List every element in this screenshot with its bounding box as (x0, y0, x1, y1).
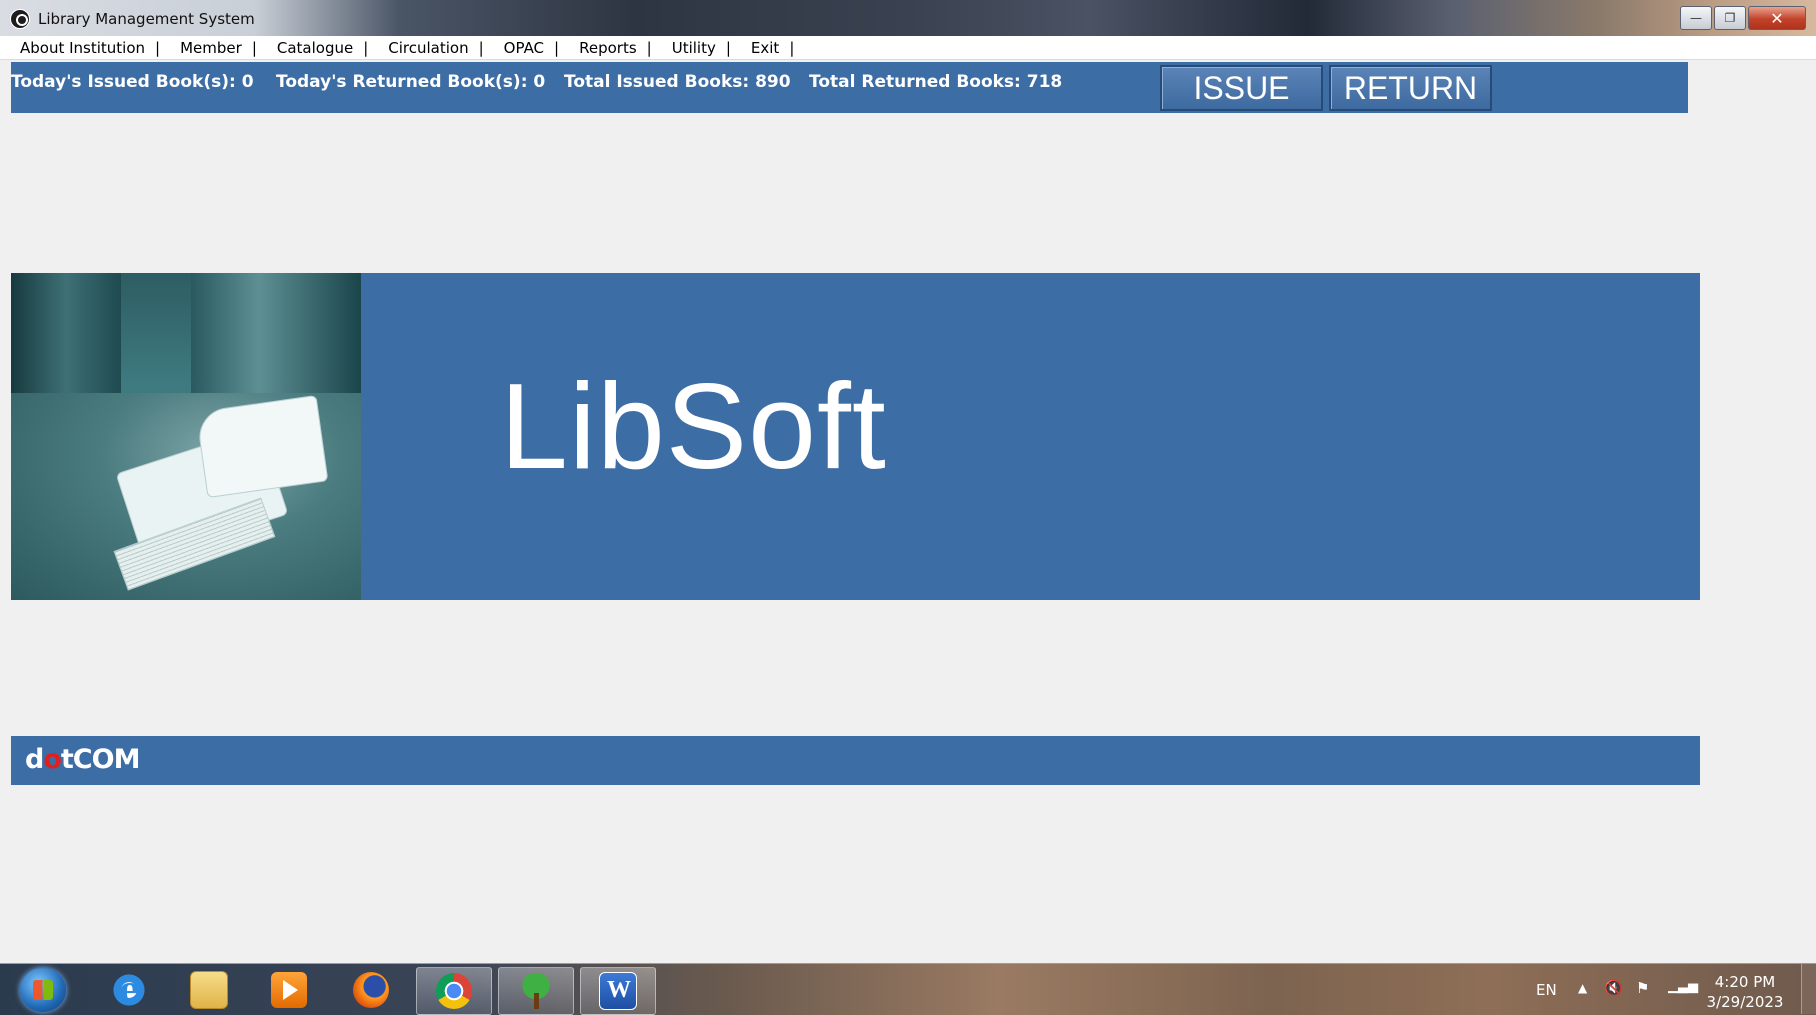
menu-separator: | (554, 38, 560, 57)
clock-time: 4:20 PM (1714, 973, 1776, 991)
menu-about-institution[interactable]: About Institution (20, 39, 145, 57)
title-bar[interactable]: Library Management System — ❐ ✕ (0, 0, 1816, 37)
clock-date: 3/29/2023 (1706, 993, 1784, 1011)
start-button[interactable] (20, 968, 66, 1012)
media-player-icon[interactable] (252, 967, 326, 1013)
app-icon[interactable] (10, 9, 30, 29)
return-button[interactable]: RETURN (1329, 65, 1492, 111)
language-indicator[interactable]: EN (1536, 981, 1557, 999)
menu-separator: | (725, 38, 731, 57)
window-title: Library Management System (38, 10, 255, 28)
menu-member[interactable]: Member (180, 39, 242, 57)
menu-catalogue[interactable]: Catalogue (277, 39, 353, 57)
issue-button[interactable]: ISSUE (1160, 65, 1323, 111)
stats-bar: Today's Issued Book(s): 0 Today's Return… (11, 62, 1688, 113)
network-signal-icon[interactable]: ▁▃▅ (1668, 979, 1698, 994)
menu-separator: | (478, 38, 484, 57)
libsoft-tree-icon[interactable] (498, 967, 574, 1015)
action-center-flag-icon[interactable]: ⚑ (1636, 979, 1649, 997)
internet-explorer-icon[interactable]: e (92, 967, 166, 1013)
close-button[interactable]: ✕ (1748, 6, 1806, 30)
todays-returned-count: Today's Returned Book(s): 0 (276, 72, 546, 92)
word-icon[interactable]: W (580, 967, 656, 1015)
show-desktop-button[interactable] (1801, 964, 1816, 1014)
app-window: Library Management System — ❐ ✕ About In… (0, 0, 1816, 963)
total-returned-count: Total Returned Books: 718 (809, 72, 1063, 92)
firefox-icon[interactable] (334, 967, 408, 1013)
menu-opac[interactable]: OPAC (504, 39, 544, 57)
menu-exit[interactable]: Exit (751, 39, 779, 57)
menu-separator: | (789, 38, 795, 57)
libsoft-brand-title: LibSoft (500, 358, 887, 494)
brand-banner: LibSoft (11, 273, 1700, 600)
library-aisle-image (11, 273, 361, 600)
footer-band: dotCOM (11, 736, 1700, 785)
menu-bar: About Institution | Member | Catalogue |… (0, 36, 1816, 60)
chrome-icon[interactable] (416, 967, 492, 1015)
menu-separator: | (646, 38, 652, 57)
todays-issued-count: Today's Issued Book(s): 0 (11, 72, 254, 92)
window-controls: — ❐ ✕ (1680, 6, 1806, 30)
menu-circulation[interactable]: Circulation (388, 39, 468, 57)
total-issued-count: Total Issued Books: 890 (564, 72, 791, 92)
menu-separator: | (155, 38, 161, 57)
menu-utility[interactable]: Utility (672, 39, 716, 57)
taskbar: e W EN ▲ 🔇 ⚑ ▁▃▅ 4:20 PM 3/29/2023 (0, 963, 1816, 1015)
menu-separator: | (251, 38, 257, 57)
menu-separator: | (363, 38, 369, 57)
tray-expand-icon[interactable]: ▲ (1578, 981, 1587, 995)
menu-reports[interactable]: Reports (579, 39, 637, 57)
minimize-button[interactable]: — (1680, 6, 1712, 30)
restore-button[interactable]: ❐ (1714, 6, 1746, 30)
volume-muted-icon[interactable]: 🔇 (1604, 979, 1623, 997)
clock[interactable]: 4:20 PM 3/29/2023 (1700, 972, 1790, 1012)
dotcom-logo: dotCOM (25, 744, 140, 775)
file-explorer-icon[interactable] (172, 967, 246, 1013)
